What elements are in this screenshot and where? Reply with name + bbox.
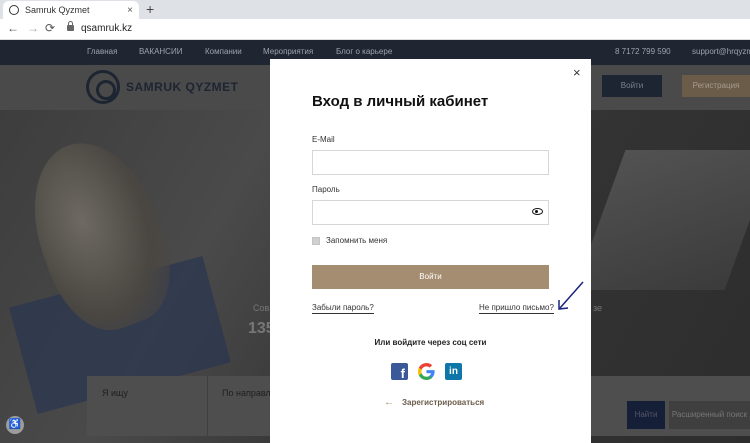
accessibility-icon[interactable]: ♿ — [6, 416, 24, 434]
hero-decor — [574, 150, 750, 290]
arrow-left-icon: ← — [384, 397, 394, 408]
nav-item-vacancies[interactable]: ВАКАНСИИ — [139, 47, 182, 56]
remember-me[interactable]: Запомнить меня — [312, 236, 387, 245]
no-email-link[interactable]: Не пришло письмо? — [479, 303, 554, 314]
remember-label: Запомнить меня — [326, 236, 388, 245]
google-icon[interactable] — [418, 363, 435, 380]
address-bar[interactable]: qsamruk.kz — [81, 23, 132, 34]
social-title: Или войдите через соц сети — [374, 338, 487, 347]
hero-caption-left: Сов — [253, 303, 270, 313]
modal-title: Вход в личный кабинет — [312, 93, 489, 110]
email-field[interactable] — [312, 150, 549, 175]
browser-toolbar: ← → ⟳ qsamruk.kz — [0, 19, 750, 40]
linkedin-icon[interactable]: in — [445, 363, 462, 380]
nav-item-events[interactable]: Мероприятия — [263, 47, 313, 56]
annotation-arrow-icon — [558, 281, 584, 310]
browser-tab[interactable]: Samruk Qyzmet × — [3, 1, 139, 19]
password-label: Пароль — [312, 185, 340, 194]
remember-checkbox[interactable] — [312, 236, 320, 245]
new-tab-button[interactable]: + — [146, 1, 154, 17]
search-divider — [207, 376, 208, 436]
email-label: E-Mail — [312, 135, 335, 144]
tab-title: Samruk Qyzmet — [25, 5, 90, 15]
tab-close-icon[interactable]: × — [127, 5, 133, 16]
reload-icon[interactable]: ⟳ — [45, 21, 55, 35]
logo-text[interactable]: SAMRUK QYZMET — [126, 80, 239, 94]
search-button[interactable]: Найти — [627, 401, 665, 429]
hero-caption-right: зе — [593, 303, 603, 313]
login-modal: × Вход в личный кабинет E-Mail Пароль За… — [270, 59, 591, 443]
search-field-query[interactable]: Я ищу — [102, 388, 128, 398]
close-icon[interactable]: × — [573, 65, 581, 80]
search-field-direction[interactable]: По направле — [222, 388, 276, 398]
nav-item-companies[interactable]: Компании — [205, 47, 242, 56]
register-label: Зарегистрироваться — [402, 398, 485, 407]
forgot-password-link[interactable]: Забыли пароль? — [312, 303, 374, 314]
header-register-button[interactable]: Регистрация — [682, 75, 750, 97]
support-email[interactable]: support@hrqyzmet — [692, 47, 750, 56]
back-icon[interactable]: ← — [7, 21, 19, 35]
advanced-search-button[interactable]: Расширенный поиск — [669, 401, 750, 429]
eye-icon[interactable] — [532, 208, 543, 215]
logo-icon[interactable] — [86, 70, 120, 104]
forward-icon[interactable]: → — [27, 21, 39, 35]
nav-item-blog[interactable]: Блог о карьере — [336, 47, 392, 56]
favicon-icon — [9, 5, 19, 15]
login-button[interactable]: Войти — [312, 265, 549, 289]
header-login-button[interactable]: Войти — [602, 75, 662, 97]
facebook-icon[interactable]: f — [391, 363, 408, 381]
nav-item-home[interactable]: Главная — [87, 47, 117, 56]
password-field[interactable] — [312, 200, 549, 225]
phone-number[interactable]: 8 7172 799 590 — [615, 47, 671, 56]
browser-tabstrip: Samruk Qyzmet × + — [0, 0, 750, 19]
register-link[interactable]: ← Зарегистрироваться — [384, 397, 484, 408]
lock-icon[interactable] — [67, 21, 74, 31]
